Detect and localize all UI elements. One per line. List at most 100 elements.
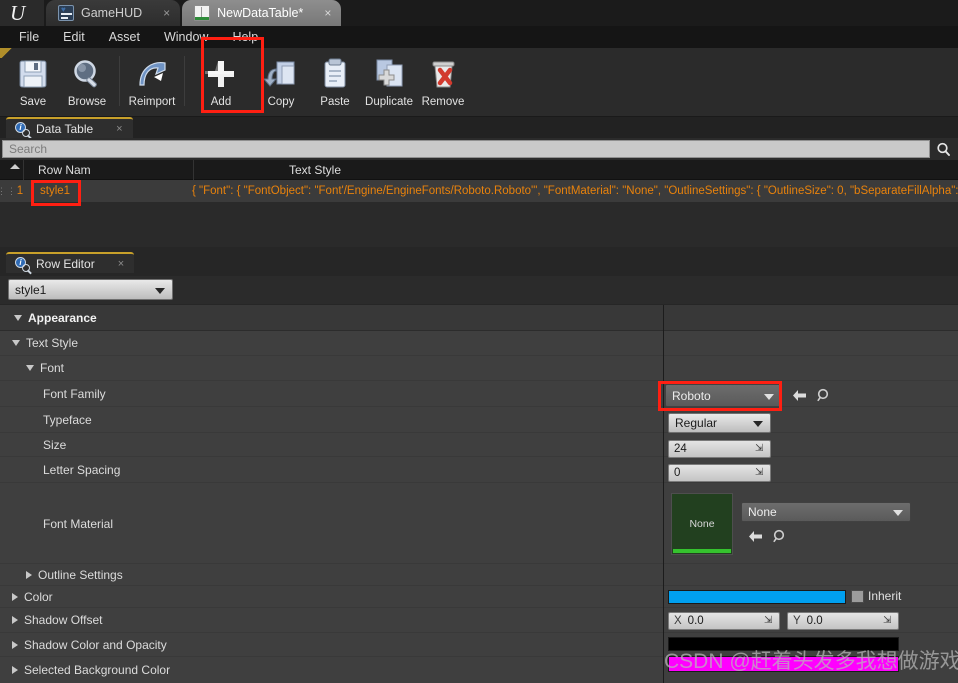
toolbar-button-label: Reimport xyxy=(128,96,176,108)
inherit-checkbox[interactable] xyxy=(851,590,864,603)
typeface-combo[interactable]: Regular xyxy=(668,413,771,433)
toolbar-divider xyxy=(119,56,120,106)
cell-row-name[interactable]: style1 xyxy=(26,185,186,197)
property-label: Selected Background Color xyxy=(24,663,171,677)
color-swatch[interactable] xyxy=(668,590,846,604)
copy-pages-icon xyxy=(259,54,303,94)
letter-spacing-input[interactable]: 0 ⇲ xyxy=(668,464,771,482)
row-selector-value: style1 xyxy=(15,282,47,297)
search-input[interactable]: Search xyxy=(2,140,930,158)
info-magnifier-icon: i xyxy=(15,256,30,272)
toolbar-button-save[interactable]: Save xyxy=(6,48,60,114)
chevron-down-icon xyxy=(893,510,903,516)
table-row[interactable]: ⋮⋮ 1 style1 { "Font": { "FontObject": "F… xyxy=(0,180,958,202)
size-input[interactable]: 24 ⇲ xyxy=(668,440,771,458)
menu-item-asset[interactable]: Asset xyxy=(98,28,151,46)
property-row-letter-spacing[interactable]: Letter Spacing xyxy=(0,457,958,483)
group-font[interactable]: Font xyxy=(0,356,958,381)
toolbar-button-copy[interactable]: Copy xyxy=(254,48,308,114)
property-row-size[interactable]: Size xyxy=(0,433,958,457)
property-row-outline-settings[interactable]: Outline Settings xyxy=(0,564,958,586)
magnifier-icon xyxy=(65,54,109,94)
panel-tab-label: Row Editor xyxy=(36,256,95,271)
toolbar-button-label: Paste xyxy=(320,96,350,108)
property-label: Typeface xyxy=(43,412,92,427)
use-selected-asset-icon[interactable] xyxy=(790,386,808,404)
window-tab-label: NewDataTable* xyxy=(217,6,304,20)
window-tab-newdatatable[interactable]: NewDataTable* × xyxy=(182,0,342,26)
toolbar-button-label: Remove xyxy=(421,96,465,108)
use-selected-asset-icon[interactable] xyxy=(746,527,764,545)
unreal-editor-window: U ♥ GameHUD × NewDataTable* × File Edit … xyxy=(0,0,958,683)
property-row-font-material[interactable]: Font Material xyxy=(0,483,958,564)
svg-text:U: U xyxy=(10,2,27,24)
selected-background-color-swatch[interactable] xyxy=(668,656,899,672)
spinner-arrows-icon[interactable]: ⇲ xyxy=(883,615,894,627)
group-label: Text Style xyxy=(26,336,79,350)
menu-item-file[interactable]: File xyxy=(8,28,50,46)
property-label: Font Family xyxy=(43,386,106,401)
window-tab-label: GameHUD xyxy=(81,6,143,20)
shadow-offset-y-input[interactable]: Y 0.0 ⇲ xyxy=(787,612,899,630)
menu-item-edit[interactable]: Edit xyxy=(52,28,96,46)
close-icon[interactable]: × xyxy=(163,6,170,20)
column-header-row-name[interactable]: Row Nam xyxy=(24,159,194,180)
menu-item-window[interactable]: Window xyxy=(153,28,219,46)
row-selector-combo[interactable]: style1 xyxy=(8,279,173,300)
panel-tab-row-editor[interactable]: i Row Editor × xyxy=(6,252,135,273)
search-magnifier-icon[interactable] xyxy=(930,139,956,159)
title-bar: U ♥ GameHUD × NewDataTable* × xyxy=(0,0,958,26)
row-index-column-header[interactable] xyxy=(0,159,24,180)
toolbar-button-label: Duplicate xyxy=(365,96,413,108)
panel-tab-data-table[interactable]: i Data Table × xyxy=(6,117,133,138)
property-label: Color xyxy=(24,589,53,604)
trash-can-icon xyxy=(421,54,465,94)
shadow-offset-x-input[interactable]: X 0.0 ⇲ xyxy=(668,612,780,630)
toolbar-button-label: Browse xyxy=(67,96,107,108)
menu-bar: File Edit Asset Window Help xyxy=(0,26,958,48)
browse-magnifier-icon[interactable] xyxy=(814,386,832,404)
spinner-arrows-icon[interactable]: ⇲ xyxy=(755,467,766,479)
row-drag-handle[interactable]: ⋮⋮ xyxy=(0,186,16,197)
floppy-disk-icon xyxy=(11,54,55,94)
toolbar-button-duplicate[interactable]: Duplicate xyxy=(362,48,416,114)
chevron-down-icon xyxy=(26,365,34,371)
group-text-style[interactable]: Text Style xyxy=(0,331,958,356)
close-icon[interactable]: × xyxy=(118,258,124,270)
toolbar-button-remove[interactable]: Remove xyxy=(416,48,470,114)
font-material-thumbnail[interactable]: None xyxy=(671,493,733,555)
asset-toolbar: Save Browse Reimport Add Copy Paste Dupl… xyxy=(0,48,958,117)
property-row-typeface[interactable]: Typeface xyxy=(0,407,958,433)
data-table-panel: i Data Table × Search Row Nam Text Style xyxy=(0,117,958,247)
cell-text-style[interactable]: { "Font": { "FontObject": "Font'/Engine/… xyxy=(186,185,958,197)
font-material-value: None xyxy=(748,505,777,519)
category-appearance[interactable]: Appearance xyxy=(0,305,958,331)
spinner-arrows-icon[interactable]: ⇲ xyxy=(755,443,766,455)
property-label: Shadow Color and Opacity xyxy=(24,637,167,652)
column-header-text-style[interactable]: Text Style xyxy=(194,160,958,180)
shadow-color-swatch[interactable] xyxy=(668,637,899,651)
toolbar-button-add[interactable]: Add xyxy=(194,48,248,114)
menu-item-help[interactable]: Help xyxy=(221,28,269,46)
axis-label-x: X xyxy=(674,615,682,627)
toolbar-button-paste[interactable]: Paste xyxy=(308,48,362,114)
search-placeholder: Search xyxy=(9,142,48,156)
chevron-right-icon xyxy=(12,666,18,674)
chevron-right-icon xyxy=(12,616,18,624)
browse-magnifier-icon[interactable] xyxy=(770,527,788,545)
spinner-arrows-icon[interactable]: ⇲ xyxy=(764,615,775,627)
property-splitter[interactable] xyxy=(663,305,664,683)
font-material-combo[interactable]: None xyxy=(741,502,911,522)
chevron-down-icon xyxy=(753,421,763,427)
close-icon[interactable]: × xyxy=(324,6,331,20)
font-family-value: Roboto xyxy=(672,388,711,403)
property-label: Shadow Offset xyxy=(24,613,103,627)
close-icon[interactable]: × xyxy=(116,123,122,135)
reimport-arrow-icon xyxy=(130,54,174,94)
window-tab-gamehud[interactable]: ♥ GameHUD × xyxy=(46,0,181,26)
toolbar-button-browse[interactable]: Browse xyxy=(60,48,114,114)
data-table-icon xyxy=(194,5,211,21)
row-editor-toolbar: style1 xyxy=(0,276,958,304)
font-family-combo[interactable]: Roboto xyxy=(665,384,782,407)
toolbar-button-reimport[interactable]: Reimport xyxy=(125,48,179,114)
